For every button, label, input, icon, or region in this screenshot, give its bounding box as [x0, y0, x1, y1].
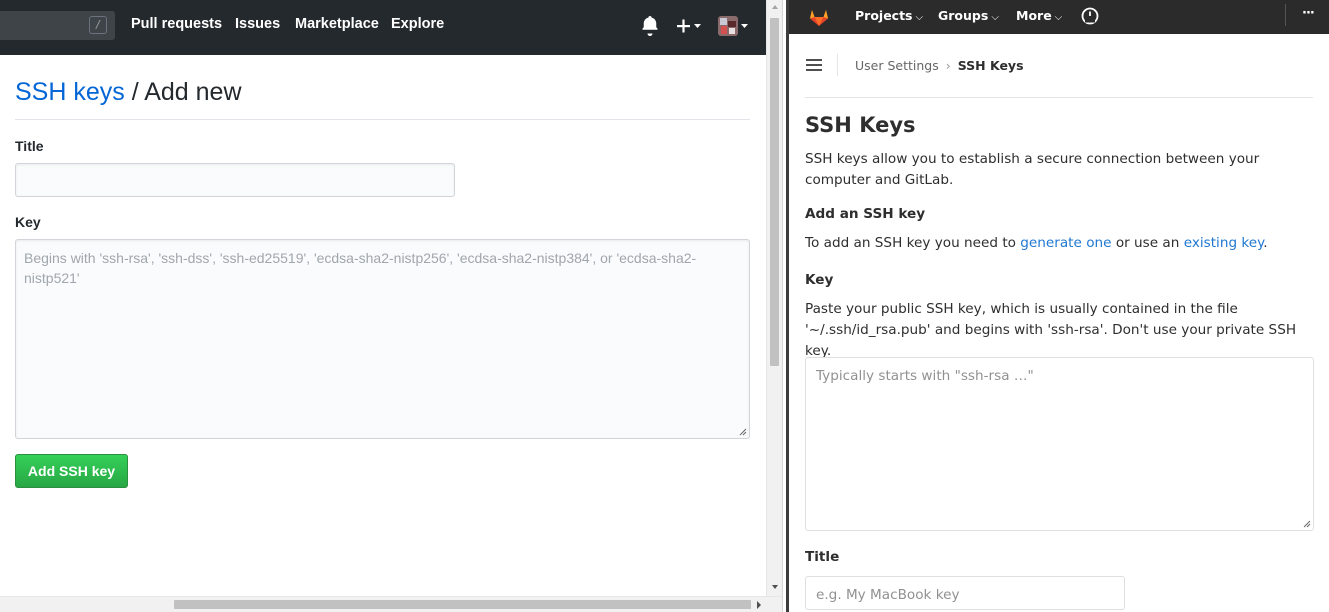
nav-issues[interactable]: Issues — [235, 16, 280, 32]
title-placeholder: e.g. My MacBook key — [816, 587, 960, 603]
breadcrumb-user-settings[interactable]: User Settings — [855, 58, 939, 73]
title-input[interactable] — [15, 163, 455, 197]
add-text-middle: or use an — [1111, 235, 1184, 251]
nav-more[interactable]: More ⌵ — [1016, 8, 1062, 23]
nav-pull-requests[interactable]: Pull requests — [131, 16, 222, 32]
nav-marketplace[interactable]: Marketplace — [295, 16, 379, 32]
chevron-right-icon: › — [945, 58, 951, 73]
page-title: SSH Keys — [805, 113, 916, 137]
title-label: Title — [805, 549, 840, 565]
page-title-suffix: / Add new — [124, 78, 242, 106]
scroll-up-arrow-icon[interactable] — [771, 2, 779, 12]
chevron-down-icon: ⌵ — [991, 12, 999, 23]
chevron-down-icon: ⌵ — [1054, 12, 1063, 23]
add-ssh-key-text: To add an SSH key you need to generate o… — [805, 233, 1317, 254]
key-textarea[interactable]: Begins with 'ssh-rsa', 'ssh-dss', 'ssh-e… — [15, 239, 750, 439]
intro-text: SSH keys allow you to establish a secure… — [805, 151, 1260, 188]
github-pane: / Pull requests Issues Marketplace Explo… — [0, 0, 766, 612]
search-shortcut-badge: / — [89, 16, 107, 34]
key-textarea[interactable]: Typically starts with "ssh-rsa …" — [805, 357, 1314, 531]
github-header: / Pull requests Issues Marketplace Explo… — [0, 0, 766, 55]
nav-projects[interactable]: Projects ⌵ — [855, 8, 923, 23]
scroll-right-arrow-icon[interactable] — [755, 600, 763, 610]
generate-one-link[interactable]: generate one — [1020, 235, 1111, 251]
resize-handle-icon[interactable] — [739, 428, 747, 436]
nav-explore[interactable]: Explore — [391, 16, 444, 32]
ssh-keys-breadcrumb-link[interactable]: SSH keys — [15, 78, 125, 106]
key-placeholder: Typically starts with "ssh-rsa …" — [816, 368, 1034, 384]
horizontal-scroll-thumb[interactable] — [174, 600, 751, 609]
hamburger-icon[interactable] — [806, 57, 822, 73]
divider — [15, 119, 750, 120]
divider — [805, 97, 1313, 98]
nav-more-label: More — [1016, 8, 1052, 23]
avatar[interactable] — [716, 13, 752, 39]
gitlab-logo[interactable] — [807, 4, 831, 28]
key-help-text: Paste your public SSH key, which is usua… — [805, 301, 1297, 359]
breadcrumb-separator — [837, 54, 838, 76]
vertical-scrollbar[interactable] — [766, 0, 782, 596]
breadcrumb-ssh-keys[interactable]: SSH Keys — [958, 58, 1024, 73]
existing-key-link[interactable]: existing key — [1184, 235, 1264, 251]
add-text-after: . — [1263, 235, 1268, 251]
title-label: Title — [15, 138, 44, 154]
nav-groups-label: Groups — [938, 8, 989, 23]
gitlab-pane: Projects ⌵ Groups ⌵ More ⌵ ··· User Setting… — [789, 0, 1329, 612]
chevron-down-icon: ⌵ — [915, 12, 924, 23]
plus-icon[interactable] — [674, 15, 704, 37]
search-input[interactable]: / — [0, 11, 115, 40]
title-input[interactable]: e.g. My MacBook key — [805, 576, 1125, 610]
page-title: SSH keys / Add new — [15, 78, 242, 107]
vertical-scroll-thumb[interactable] — [770, 18, 779, 366]
key-placeholder: Begins with 'ssh-rsa', 'ssh-dss', 'ssh-e… — [24, 250, 697, 286]
add-ssh-key-heading: Add an SSH key — [805, 206, 926, 222]
bell-icon[interactable] — [641, 16, 659, 36]
breadcrumb: User Settings › SSH Keys — [855, 58, 1024, 73]
horizontal-scrollbar[interactable] — [0, 596, 782, 612]
gitlab-header: Projects ⌵ Groups ⌵ More ⌵ ··· — [789, 0, 1329, 34]
resize-handle-icon[interactable] — [1303, 520, 1311, 528]
nav-groups[interactable]: Groups ⌵ — [938, 8, 999, 23]
gauge-icon[interactable] — [1080, 6, 1100, 26]
more-options-icon[interactable]: ··· — [1302, 6, 1315, 21]
add-text-before: To add an SSH key you need to — [805, 235, 1021, 251]
key-label: Key — [15, 214, 41, 230]
add-ssh-key-button[interactable]: Add SSH key — [15, 454, 128, 488]
key-label: Key — [805, 272, 834, 288]
nav-projects-label: Projects — [855, 8, 913, 23]
scroll-down-arrow-icon[interactable] — [771, 582, 779, 592]
header-separator — [1285, 4, 1286, 26]
